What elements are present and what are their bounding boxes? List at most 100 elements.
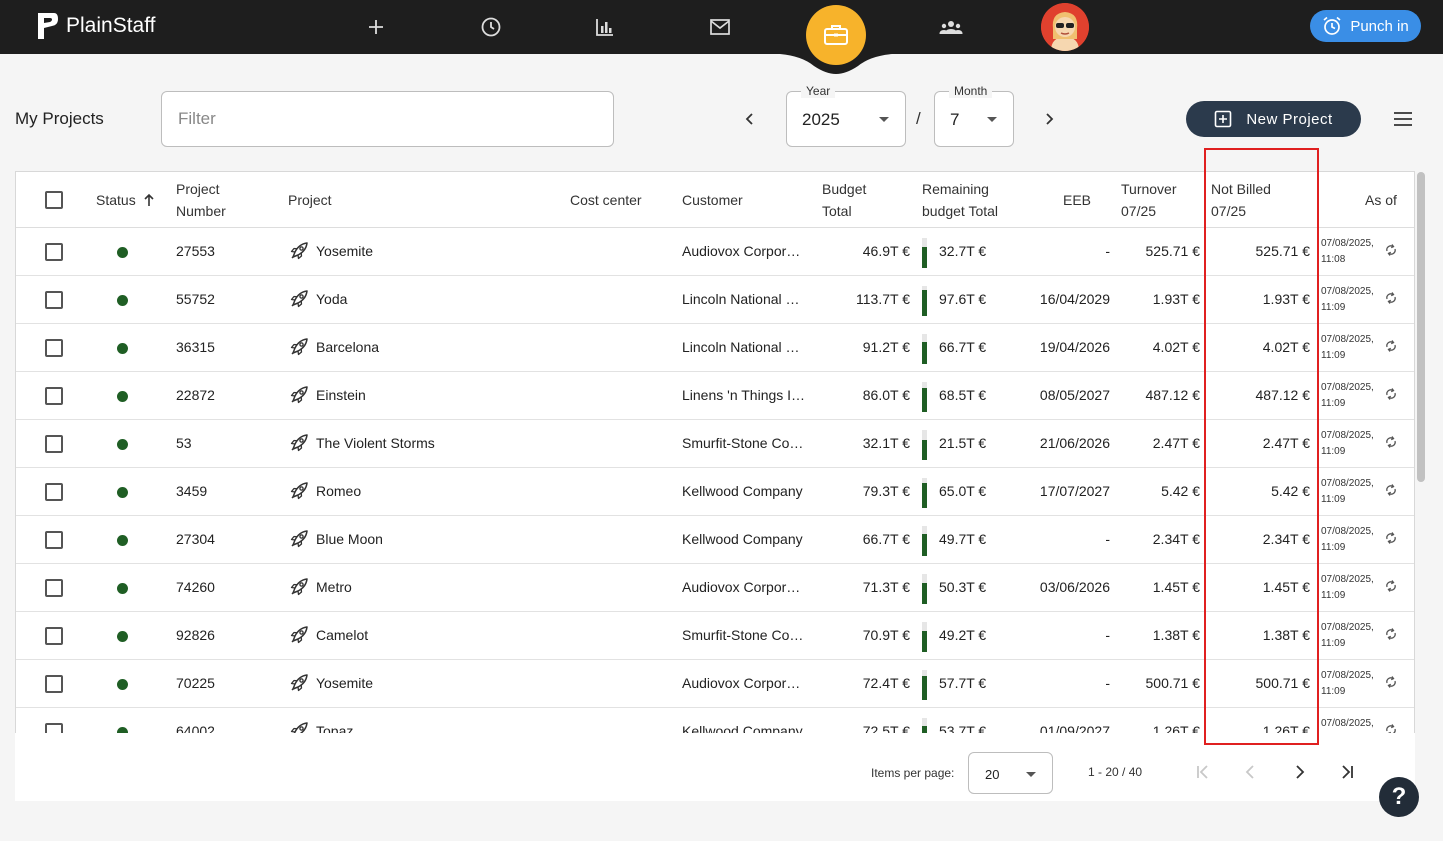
select-all-checkbox[interactable] <box>45 191 63 209</box>
project-name-cell[interactable]: Romeo <box>316 483 361 499</box>
table-row[interactable]: 36315 Barcelona Lincoln National … 91.2T € 6… <box>16 324 1414 372</box>
project-number-cell: 3459 <box>176 483 208 499</box>
remaining-budget-cell: 97.6T € <box>939 291 987 307</box>
row-checkbox[interactable] <box>45 627 63 645</box>
not-billed-cell: 1.45T € <box>1262 579 1310 595</box>
next-page-button[interactable] <box>1288 761 1310 783</box>
project-name-cell[interactable]: The Violent Storms <box>316 435 435 451</box>
cost-center-header[interactable]: Cost center <box>570 189 642 211</box>
sync-icon[interactable] <box>1384 483 1398 497</box>
turnover-cell: 1.45T € <box>1152 579 1200 595</box>
row-checkbox[interactable] <box>45 435 63 453</box>
table-row[interactable]: 53 The Violent Storms Smurfit-Stone Co… 32.… <box>16 420 1414 468</box>
user-avatar[interactable] <box>1041 3 1089 51</box>
punch-in-button[interactable]: Punch in <box>1310 10 1421 42</box>
project-name-cell[interactable]: Yoda <box>316 291 347 307</box>
row-checkbox[interactable] <box>45 531 63 549</box>
turnover-header[interactable]: Turnover 07/25 <box>1121 178 1177 222</box>
items-per-page-select[interactable]: 20 <box>968 752 1053 794</box>
row-checkbox[interactable] <box>45 339 63 357</box>
table-row[interactable]: 55752 Yoda Lincoln National … 113.7T € 97.6T… <box>16 276 1414 324</box>
table-header: Status Project Number Project Cost center… <box>16 172 1414 228</box>
rocket-icon <box>289 529 309 549</box>
row-checkbox[interactable] <box>45 387 63 405</box>
new-project-button[interactable]: New Project <box>1186 101 1361 137</box>
table-row[interactable]: 74260 Metro Audiovox Corpor… 71.3T € 50.3T €… <box>16 564 1414 612</box>
previous-page-button[interactable] <box>1240 761 1262 783</box>
year-select[interactable]: Year 2025 <box>786 84 906 147</box>
sync-icon[interactable] <box>1384 339 1398 353</box>
hamburger-menu-icon[interactable] <box>1390 106 1416 132</box>
sync-icon[interactable] <box>1384 291 1398 305</box>
rocket-icon <box>289 337 309 357</box>
add-icon[interactable] <box>362 13 390 41</box>
project-header[interactable]: Project <box>288 189 332 211</box>
project-name-cell[interactable]: Topaz <box>316 723 353 733</box>
rocket-icon <box>289 673 309 693</box>
project-name-cell[interactable]: Blue Moon <box>316 531 383 547</box>
chart-icon[interactable] <box>591 13 619 41</box>
sync-icon[interactable] <box>1384 531 1398 545</box>
mail-icon[interactable] <box>706 13 734 41</box>
table-row[interactable]: 27553 Yosemite Audiovox Corpor… 46.9T € 32.7… <box>16 228 1414 276</box>
table-row[interactable]: 27304 Blue Moon Kellwood Company 66.7T € 49.… <box>16 516 1414 564</box>
customer-cell: Kellwood Company <box>682 483 803 499</box>
as-of-date: 07/08/2025, <box>1321 670 1374 681</box>
app-logo[interactable]: PlainStaff <box>34 11 156 41</box>
month-select[interactable]: Month 7 <box>934 84 1014 147</box>
filter-input[interactable] <box>161 91 614 147</box>
customer-header[interactable]: Customer <box>682 189 743 211</box>
project-name-cell[interactable]: Barcelona <box>316 339 379 355</box>
sync-icon[interactable] <box>1384 243 1398 257</box>
row-checkbox[interactable] <box>45 243 63 261</box>
table-row[interactable]: 92826 Camelot Smurfit-Stone Co… 70.9T € 49.2… <box>16 612 1414 660</box>
project-name-cell[interactable]: Yosemite <box>316 243 373 259</box>
row-checkbox[interactable] <box>45 579 63 597</box>
last-page-button[interactable] <box>1336 761 1358 783</box>
project-name-cell[interactable]: Einstein <box>316 387 366 403</box>
header-line: Total <box>822 203 852 219</box>
table-row[interactable]: 3459 Romeo Kellwood Company 79.3T € 65.0T € 1… <box>16 468 1414 516</box>
app-name: PlainStaff <box>66 14 156 37</box>
row-checkbox[interactable] <box>45 483 63 501</box>
sync-icon[interactable] <box>1384 723 1398 733</box>
row-checkbox[interactable] <box>45 675 63 693</box>
table-row[interactable]: 64002 Topaz Kellwood Company 72.5T € 53.7T €… <box>16 708 1414 733</box>
project-name-cell[interactable]: Metro <box>316 579 352 595</box>
sync-icon[interactable] <box>1384 435 1398 449</box>
budget-total-cell: 46.9T € <box>862 243 910 259</box>
project-name-cell[interactable]: Yosemite <box>316 675 373 691</box>
first-page-button[interactable] <box>1192 761 1214 783</box>
briefcase-icon[interactable] <box>806 5 866 65</box>
sync-icon[interactable] <box>1384 627 1398 641</box>
month-label: Month <box>949 84 993 98</box>
not-billed-cell: 5.42 € <box>1271 483 1310 499</box>
sort-ascending-icon <box>144 193 154 206</box>
clock-icon[interactable] <box>477 13 505 41</box>
previous-month-button[interactable] <box>738 107 762 131</box>
as-of-header[interactable]: As of <box>1365 189 1397 211</box>
team-icon[interactable] <box>937 13 965 41</box>
table-scrollbar[interactable] <box>1417 172 1425 482</box>
eeb-header[interactable]: EEB <box>1063 189 1091 211</box>
remaining-budget-header[interactable]: Remaining budget Total <box>922 178 998 222</box>
row-checkbox[interactable] <box>45 723 63 733</box>
sync-icon[interactable] <box>1384 579 1398 593</box>
page-title: My Projects <box>15 109 104 128</box>
table-row[interactable]: 70225 Yosemite Audiovox Corpor… 72.4T € 57.7… <box>16 660 1414 708</box>
avatar-illustration-icon <box>1041 3 1089 51</box>
row-checkbox[interactable] <box>45 291 63 309</box>
as-of-cell: 07/08/2025, 11:09 <box>1321 572 1374 604</box>
not-billed-cell: 4.02T € <box>1262 339 1310 355</box>
project-name-cell[interactable]: Camelot <box>316 627 368 643</box>
status-header[interactable]: Status <box>96 189 155 211</box>
not-billed-header[interactable]: Not Billed 07/25 <box>1211 178 1271 222</box>
budget-total-cell: 70.9T € <box>862 627 910 643</box>
next-month-button[interactable] <box>1037 107 1061 131</box>
sync-icon[interactable] <box>1384 387 1398 401</box>
budget-total-header[interactable]: Budget Total <box>822 178 866 222</box>
help-button[interactable]: ? <box>1379 777 1419 817</box>
project-number-header[interactable]: Project Number <box>176 178 226 222</box>
table-row[interactable]: 22872 Einstein Linens 'n Things I… 86.0T € 6… <box>16 372 1414 420</box>
sync-icon[interactable] <box>1384 675 1398 689</box>
